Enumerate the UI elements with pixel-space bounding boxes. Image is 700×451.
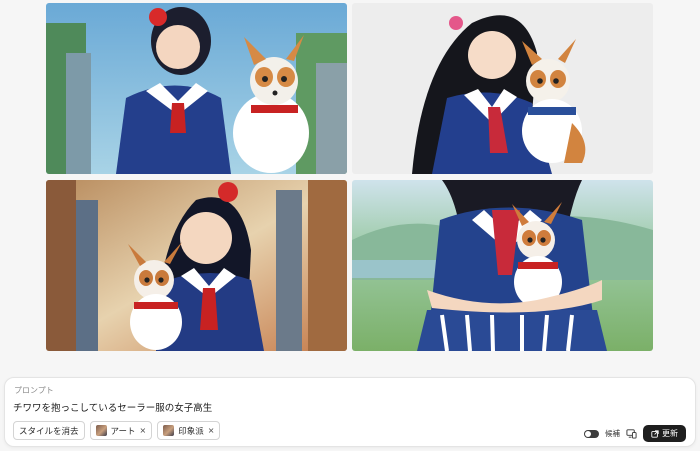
style-chip-art[interactable]: アート × bbox=[89, 421, 153, 440]
generated-image-1[interactable] bbox=[46, 3, 347, 174]
generated-image-4-art bbox=[352, 180, 653, 351]
suggestions-label: 候補 bbox=[605, 429, 620, 438]
remove-style-icon[interactable]: × bbox=[208, 426, 215, 435]
refresh-icon bbox=[651, 429, 659, 438]
clear-style-button[interactable]: スタイルを消去 bbox=[13, 421, 85, 440]
generated-image-2-art bbox=[352, 3, 653, 174]
update-label: 更新 bbox=[662, 429, 678, 438]
generated-image-3-art bbox=[46, 180, 347, 351]
suggestions-toggle[interactable] bbox=[584, 429, 599, 438]
style-thumbnail-icon bbox=[95, 425, 107, 436]
style-chip-label: アート bbox=[110, 426, 136, 437]
clear-style-label: スタイルを消去 bbox=[19, 426, 79, 437]
prompt-panel: プロンプト チワワを抱っこしているセーラー服の女子高生 スタイルを消去 アート … bbox=[4, 377, 696, 447]
remove-style-icon[interactable]: × bbox=[140, 426, 147, 435]
style-chips: スタイルを消去 アート × 印象派 × bbox=[13, 421, 221, 440]
style-thumbnail-icon bbox=[163, 425, 175, 436]
style-chip-label: 印象派 bbox=[178, 426, 204, 437]
generated-image-4[interactable] bbox=[352, 180, 653, 351]
generated-image-1-art bbox=[46, 3, 347, 174]
generated-image-3[interactable] bbox=[46, 180, 347, 351]
update-button[interactable]: 更新 bbox=[643, 425, 686, 442]
style-chip-impressionism[interactable]: 印象派 × bbox=[157, 421, 221, 440]
generated-image-2[interactable] bbox=[352, 3, 653, 174]
prompt-label: プロンプト bbox=[14, 386, 54, 395]
image-results-grid bbox=[46, 3, 653, 352]
device-preview-icon[interactable] bbox=[626, 428, 637, 439]
prompt-controls: 候補 更新 bbox=[584, 425, 686, 442]
prompt-input[interactable]: チワワを抱っこしているセーラー服の女子高生 bbox=[13, 400, 613, 414]
